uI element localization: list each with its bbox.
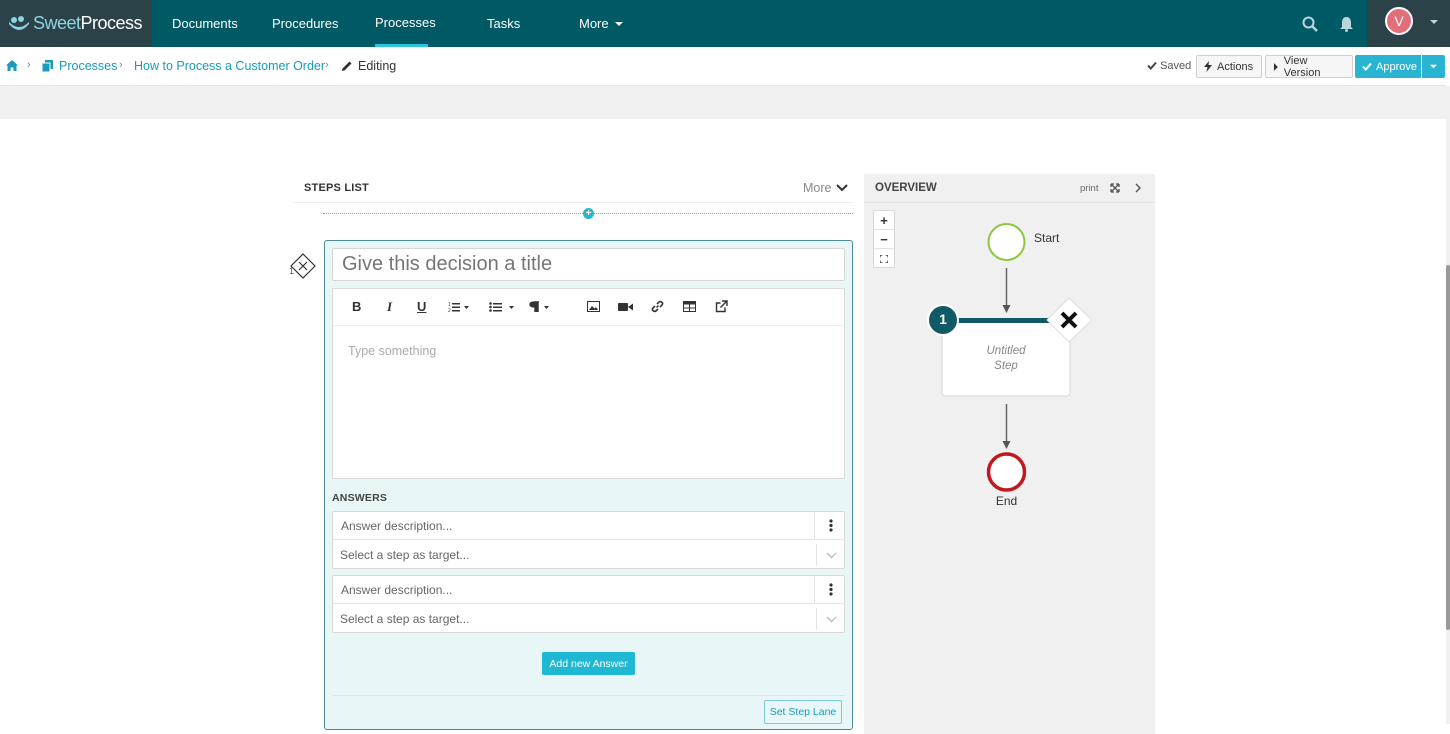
bold-icon[interactable]: B xyxy=(352,299,361,314)
overview-panel: OVERVIEW print + − Start 1 Untitled Step… xyxy=(864,174,1155,734)
pencil-icon xyxy=(342,61,352,71)
table-icon[interactable] xyxy=(683,301,696,312)
step-node-label[interactable]: Untitled Step xyxy=(942,344,1070,374)
actions-label: Actions xyxy=(1217,60,1254,73)
steps-list-heading: STEPS LIST xyxy=(304,182,369,194)
bullet-list-icon[interactable] xyxy=(489,301,515,313)
ordered-list-icon[interactable]: 12 xyxy=(448,301,470,313)
link-icon[interactable] xyxy=(651,300,664,313)
copy-icon xyxy=(42,60,53,72)
logo-text-process: Process xyxy=(80,13,143,33)
underline-icon[interactable]: U xyxy=(417,299,426,314)
editor-toolbar: B I U 12 xyxy=(333,289,844,326)
saved-label: Saved xyxy=(1160,60,1192,72)
start-node xyxy=(987,223,1026,261)
search-icon[interactable] xyxy=(1300,0,1320,47)
italic-icon[interactable]: I xyxy=(387,299,392,315)
more-vertical-icon[interactable] xyxy=(816,512,845,540)
more-vertical-icon[interactable] xyxy=(816,576,845,604)
add-step-icon[interactable]: + xyxy=(583,208,594,219)
check-icon xyxy=(1147,61,1157,70)
end-label: End xyxy=(995,494,1018,508)
external-link-icon[interactable] xyxy=(715,300,728,313)
answer-description-input[interactable]: Answer description... xyxy=(333,512,815,540)
nav-more[interactable]: More xyxy=(579,0,624,47)
caret-right-icon xyxy=(1273,62,1278,71)
actions-button[interactable]: Actions xyxy=(1196,55,1262,78)
logo-icon xyxy=(9,15,29,30)
header-spacer xyxy=(0,86,1446,119)
answer-item: Answer description... Select a step as t… xyxy=(332,511,845,569)
breadcrumb-separator: › xyxy=(325,59,329,71)
nav-tasks[interactable]: Tasks xyxy=(487,0,520,47)
step-node-label-line1: Untitled xyxy=(986,345,1026,357)
view-version-button[interactable]: View Version xyxy=(1265,54,1353,79)
answer-target-select[interactable]: Select a step as target... xyxy=(333,541,815,569)
breadcrumb-process-name[interactable]: How to Process a Customer Order xyxy=(134,59,325,73)
scrollbar-thumb[interactable] xyxy=(1446,265,1450,630)
breadcrumb: › Processes › How to Process a Customer … xyxy=(0,47,1446,86)
nav-processes[interactable]: Processes xyxy=(375,0,436,47)
arrow-head xyxy=(1002,305,1011,313)
answers-heading: ANSWERS xyxy=(332,492,388,504)
bell-icon[interactable] xyxy=(1336,0,1356,47)
logo-text-sweet: Sweet xyxy=(33,13,81,33)
user-menu[interactable]: V xyxy=(1367,0,1450,47)
bolt-icon xyxy=(1204,61,1212,72)
approve-dropdown-button[interactable] xyxy=(1422,55,1445,78)
nav-documents[interactable]: Documents xyxy=(172,0,238,47)
editor-placeholder: Type something xyxy=(348,344,437,358)
chevron-down-icon[interactable] xyxy=(816,608,845,630)
paragraph-icon[interactable] xyxy=(529,301,551,313)
steps-more-dropdown[interactable]: More xyxy=(803,181,849,195)
divider xyxy=(292,202,853,203)
step-node-label-line2: Step xyxy=(994,360,1018,372)
saved-status: Saved xyxy=(1147,60,1191,72)
approve-button[interactable]: Approve xyxy=(1355,55,1421,78)
home-icon[interactable] xyxy=(5,59,19,72)
steps-more-label: More xyxy=(803,181,832,195)
answer-item: Answer description... Select a step as t… xyxy=(332,575,845,633)
chevron-down-icon[interactable] xyxy=(816,544,845,566)
step-badge-number: 1 xyxy=(939,311,947,327)
add-new-answer-button[interactable]: Add new Answer xyxy=(542,652,635,675)
set-step-lane-button[interactable]: Set Step Lane xyxy=(764,700,842,724)
video-icon[interactable] xyxy=(618,302,633,312)
caret-down-icon xyxy=(1430,20,1438,24)
breadcrumb-processes[interactable]: Processes xyxy=(59,59,117,73)
nav-procedures[interactable]: Procedures xyxy=(272,0,338,47)
step-number: 1 xyxy=(289,266,295,276)
breadcrumb-editing: Editing xyxy=(358,59,397,73)
start-label: Start xyxy=(1034,231,1060,245)
breadcrumb-separator: › xyxy=(27,59,31,71)
answer-description-input[interactable]: Answer description... xyxy=(333,576,815,604)
top-navigation: SweetProcess Documents Procedures Proces… xyxy=(0,0,1450,47)
avatar[interactable]: V xyxy=(1385,7,1413,35)
check-icon xyxy=(1362,62,1372,71)
chevron-down-icon xyxy=(836,184,849,192)
view-version-label: View Version xyxy=(1283,54,1321,79)
caret-down-icon xyxy=(1429,64,1438,69)
decision-title-input[interactable] xyxy=(332,248,845,281)
answer-target-select[interactable]: Select a step as target... xyxy=(333,605,815,633)
approve-label: Approve xyxy=(1376,60,1417,73)
divider xyxy=(332,695,845,696)
sweetprocess-logo[interactable]: SweetProcess xyxy=(0,0,152,47)
arrow-head xyxy=(1002,441,1011,449)
nav-more-label: More xyxy=(579,16,609,31)
svg-text:2: 2 xyxy=(448,308,451,313)
image-icon[interactable] xyxy=(587,301,600,312)
caret-down-icon xyxy=(614,21,623,26)
rich-text-editor[interactable]: B I U 12 Type something xyxy=(332,288,845,479)
end-node xyxy=(986,452,1027,492)
breadcrumb-separator: › xyxy=(119,59,123,71)
